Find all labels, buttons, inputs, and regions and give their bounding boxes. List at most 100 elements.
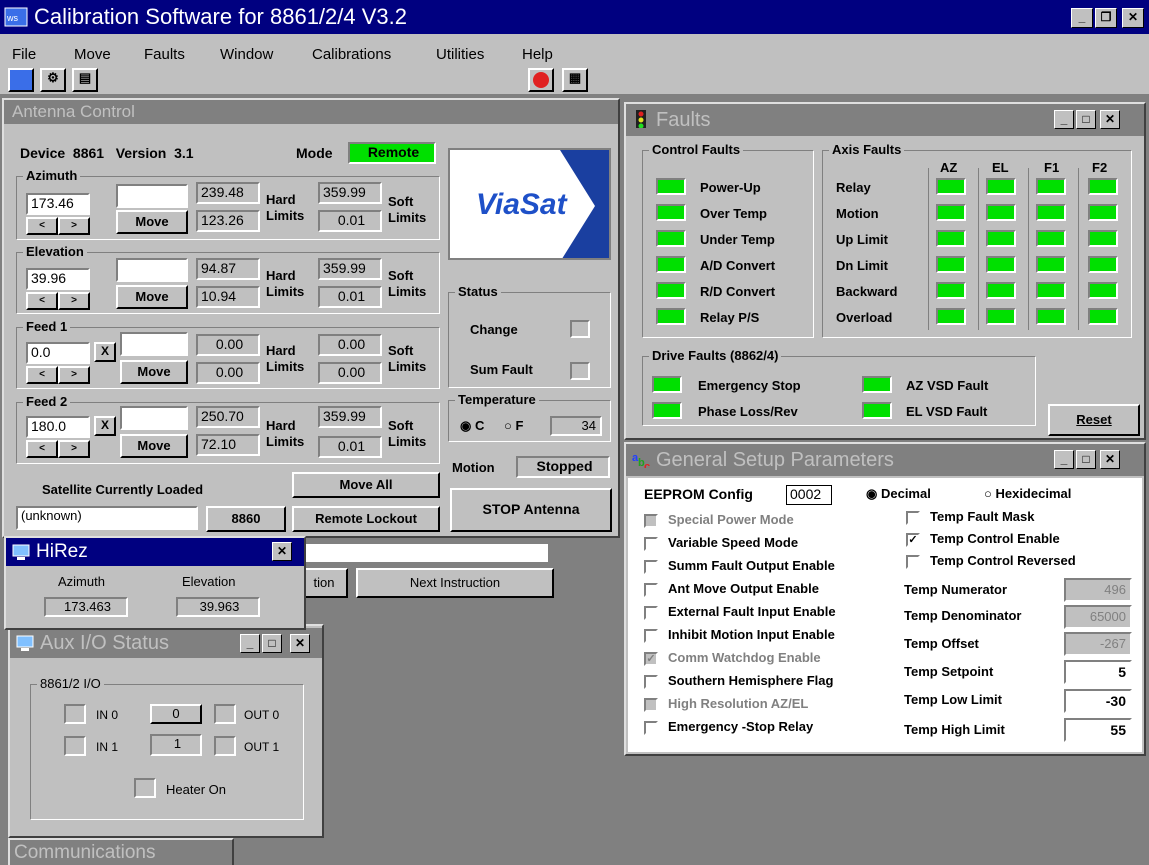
external-fault-checkbox[interactable] [644, 606, 658, 620]
variable-speed-checkbox[interactable] [644, 537, 658, 551]
azimuth-left-button[interactable]: < [26, 217, 58, 235]
menu-window[interactable]: Window [220, 46, 273, 63]
menu-move[interactable]: Move [74, 46, 111, 63]
satellite-label: Satellite Currently Loaded [42, 482, 204, 497]
toolbar-antenna-icon[interactable] [8, 68, 34, 92]
azimuth-soft-limits-label: Limits [388, 210, 427, 225]
restore-icon[interactable]: ❐ [1095, 8, 1117, 28]
elevation-move-button[interactable]: Move [116, 285, 188, 309]
azimuth-target-input[interactable] [116, 184, 188, 208]
menu-calibrations[interactable]: Calibrations [312, 46, 391, 63]
drive-fault-label: AZ VSD Fault [906, 378, 989, 393]
temp-control-enable-checkbox[interactable]: ✓ [906, 533, 920, 547]
led-axis-fault [1036, 178, 1066, 195]
summ-fault-checkbox[interactable] [644, 560, 658, 574]
stop-antenna-button[interactable]: STOP Antenna [450, 488, 612, 532]
menu-help[interactable]: Help [522, 46, 553, 63]
southern-hemisphere-checkbox[interactable] [644, 675, 658, 689]
next-instruction-button[interactable]: Next Instruction [356, 568, 554, 598]
faults-close-icon[interactable]: ✕ [1100, 110, 1120, 129]
satellite-id-button[interactable]: 8860 [206, 506, 286, 532]
axis-row-label: Backward [836, 284, 898, 299]
menu-faults[interactable]: Faults [144, 46, 185, 63]
feed1-limits-label: Limits [266, 359, 305, 374]
setup-check-label: Emergency -Stop Relay [668, 719, 814, 734]
temp-low-limit-input[interactable]: -30 [1064, 689, 1132, 713]
setup-check-label: Summ Fault Output Enable [668, 558, 835, 573]
decimal-radio[interactable]: ◉ Decimal [866, 486, 931, 502]
minimize-icon[interactable]: _ [1071, 8, 1093, 28]
fahrenheit-label: F [515, 418, 524, 433]
svg-text:ws: ws [6, 13, 18, 23]
faults-maximize-icon[interactable]: □ [1076, 110, 1096, 129]
control-fault-label: Power-Up [700, 180, 761, 195]
celsius-radio[interactable]: ◉ C [460, 418, 484, 434]
led-az-vsd-fault [862, 376, 892, 393]
hex-radio[interactable]: ○ Hexidecimal [984, 486, 1071, 501]
feed1-soft-label: Soft [388, 343, 414, 358]
temp-control-reversed-checkbox[interactable] [906, 555, 920, 569]
feed1-label: Feed 1 [23, 319, 71, 334]
communications-title: Communications [14, 842, 156, 863]
out0-indicator [214, 704, 236, 724]
feed1-clear-button[interactable]: X [94, 342, 116, 362]
azimuth-move-button[interactable]: Move [116, 210, 188, 234]
toolbar-gear-icon[interactable]: ⚙ [40, 68, 66, 92]
feed1-target-input[interactable] [120, 332, 188, 356]
eeprom-value[interactable]: 0002 [786, 485, 832, 505]
sum-fault-indicator [570, 362, 590, 380]
feed1-left-button[interactable]: < [26, 366, 58, 384]
led-axis-fault [1088, 282, 1118, 299]
move-all-button[interactable]: Move All [292, 472, 440, 498]
aux-maximize-icon[interactable]: □ [262, 634, 282, 653]
led-axis-fault [1036, 256, 1066, 273]
elevation-hard-min: 10.94 [196, 286, 260, 308]
menu-utilities[interactable]: Utilities [436, 46, 484, 63]
feed2-soft-min: 0.01 [318, 436, 382, 458]
temp-denominator-value: 65000 [1064, 605, 1132, 629]
faults-minimize-icon[interactable]: _ [1054, 110, 1074, 129]
feed1-move-button[interactable]: Move [120, 360, 188, 384]
temp-setpoint-input[interactable]: 5 [1064, 660, 1132, 684]
toolbar-stop-icon[interactable] [528, 68, 554, 92]
temp-fault-mask-checkbox[interactable] [906, 511, 920, 525]
reset-button[interactable]: Reset [1048, 404, 1140, 436]
feed2-soft-max: 359.99 [318, 406, 382, 428]
feed2-clear-button[interactable]: X [94, 416, 116, 436]
feed1-right-button[interactable]: > [58, 366, 90, 384]
aux-io-group-title: 8861/2 I/O [37, 676, 104, 691]
aux-minimize-icon[interactable]: _ [240, 634, 260, 653]
setup-maximize-icon[interactable]: □ [1076, 450, 1096, 469]
led-axis-fault [936, 308, 966, 325]
toolbar-report-icon[interactable]: ▤ [72, 68, 98, 92]
temp-high-limit-input[interactable]: 55 [1064, 718, 1132, 742]
hirez-close-icon[interactable]: ✕ [272, 542, 292, 561]
menu-file[interactable]: File [12, 46, 36, 63]
io-value-0: 0 [150, 704, 202, 724]
setup-minimize-icon[interactable]: _ [1054, 450, 1074, 469]
fahrenheit-radio[interactable]: ○ F [504, 418, 523, 433]
feed2-left-button[interactable]: < [26, 440, 58, 458]
ant-move-checkbox[interactable] [644, 583, 658, 597]
feed2-target-input[interactable] [120, 406, 188, 430]
close-icon[interactable]: ✕ [1122, 8, 1144, 28]
emergency-stop-relay-checkbox[interactable] [644, 721, 658, 735]
led-axis-fault [1036, 204, 1066, 221]
feed1-hard-max: 0.00 [196, 334, 260, 356]
setup-close-icon[interactable]: ✕ [1100, 450, 1120, 469]
elevation-right-button[interactable]: > [58, 292, 90, 310]
remote-lockout-button[interactable]: Remote Lockout [292, 506, 440, 532]
previous-instruction-button[interactable]: tion [300, 568, 348, 598]
inhibit-motion-checkbox[interactable] [644, 629, 658, 643]
hirez-az-value: 173.463 [44, 597, 128, 617]
feed2-right-button[interactable]: > [58, 440, 90, 458]
feed1-soft-max: 0.00 [318, 334, 382, 356]
elevation-target-input[interactable] [116, 258, 188, 282]
elevation-left-button[interactable]: < [26, 292, 58, 310]
temperature-value: 34 [550, 416, 602, 436]
communications-window[interactable]: Communications [8, 838, 234, 865]
toolbar-traffic-light-icon[interactable]: ▦ [562, 68, 588, 92]
feed2-move-button[interactable]: Move [120, 434, 188, 458]
aux-close-icon[interactable]: ✕ [290, 634, 310, 653]
azimuth-right-button[interactable]: > [58, 217, 90, 235]
